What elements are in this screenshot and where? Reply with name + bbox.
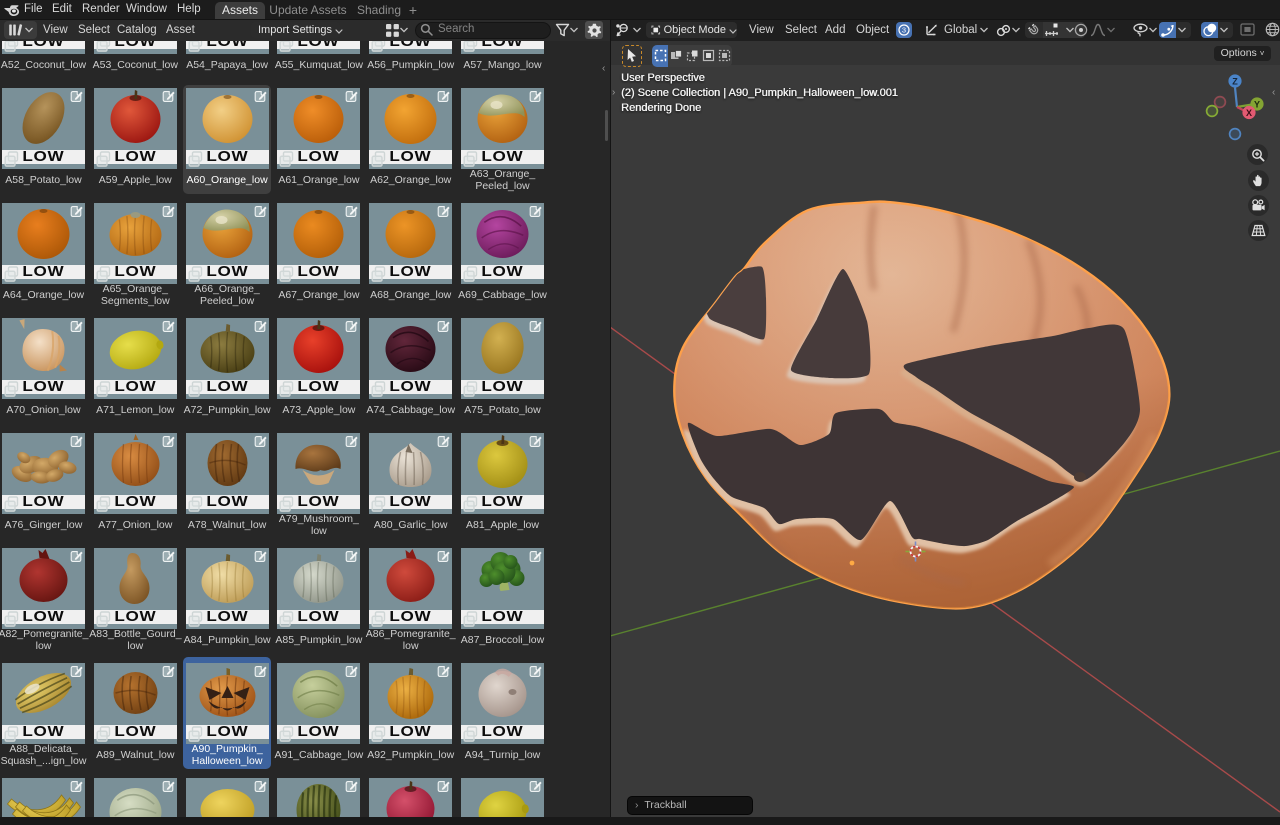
svg-text:Z: Z	[1232, 76, 1238, 86]
svg-text:Y: Y	[1254, 99, 1260, 109]
svg-text:X: X	[1246, 108, 1252, 118]
svg-text:3: 3	[902, 26, 906, 35]
